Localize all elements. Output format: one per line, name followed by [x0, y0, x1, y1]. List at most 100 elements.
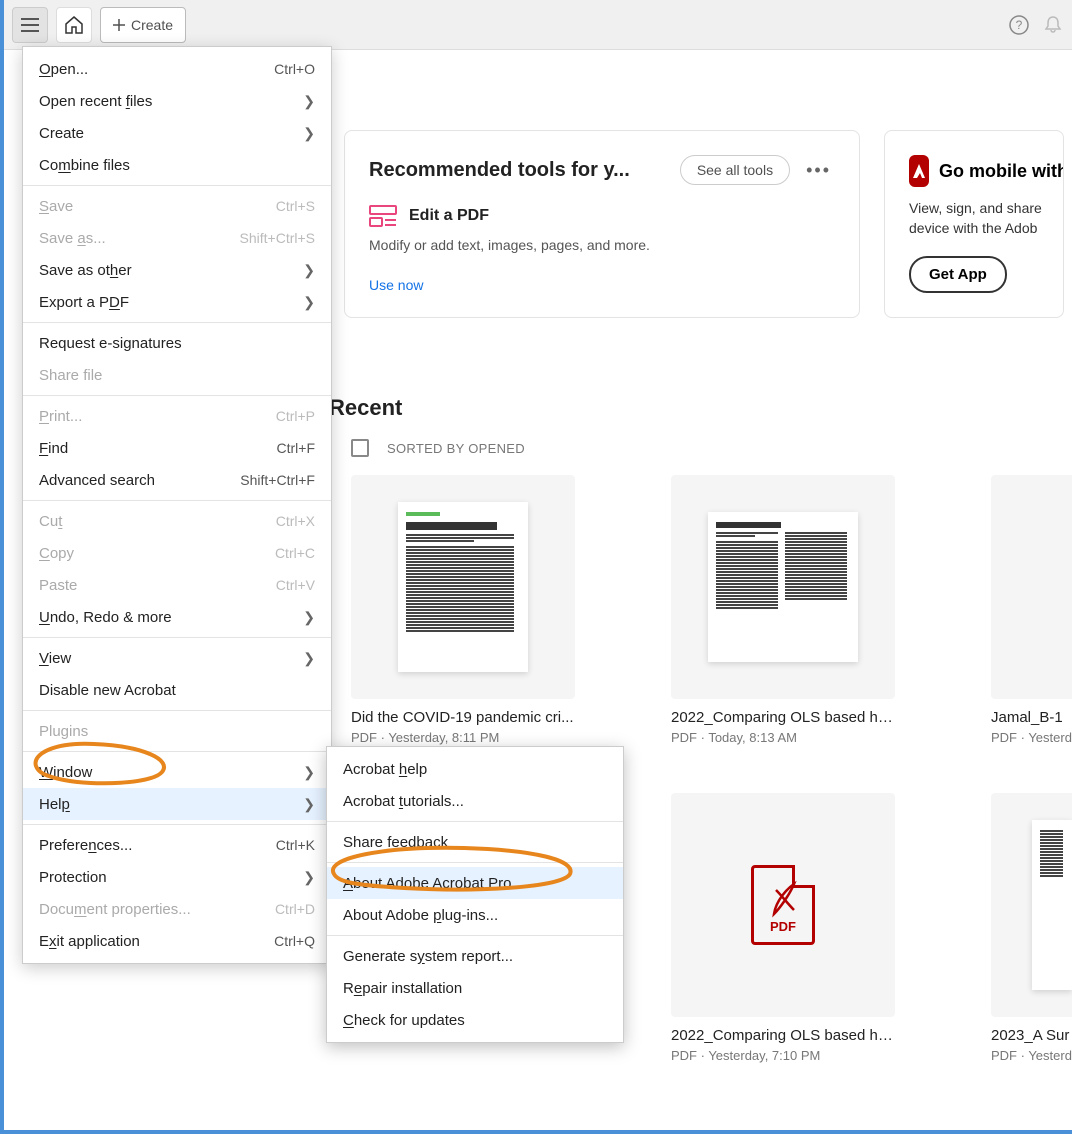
file-card[interactable]: PDF 2022_Comparing OLS based he... PDF ·…	[671, 793, 895, 1063]
menu-item-label: Help	[39, 796, 70, 813]
menu-item-label: Find	[39, 440, 68, 457]
menu-item[interactable]: Preferences... Ctrl+K	[23, 829, 331, 861]
menu-separator	[327, 821, 623, 822]
adobe-icon	[909, 155, 929, 187]
menu-separator	[23, 395, 331, 396]
menu-shortcut: Ctrl+C	[275, 545, 315, 561]
menu-item-label: Cut	[39, 513, 62, 530]
more-icon[interactable]: •••	[802, 156, 835, 185]
menu-item: Document properties...Ctrl+D	[23, 893, 331, 925]
file-thumbnail	[991, 475, 1072, 699]
menu-item[interactable]: Exit application Ctrl+Q	[23, 925, 331, 957]
submenu-item[interactable]: Generate system report...	[327, 940, 623, 972]
menu-item[interactable]: View❯	[23, 642, 331, 674]
file-name: 2022_Comparing OLS based he...	[671, 1027, 895, 1044]
help-icon[interactable]: ?	[1008, 14, 1030, 36]
menu-item: Save as...Shift+Ctrl+S	[23, 222, 331, 254]
hamburger-menu-button[interactable]	[12, 7, 48, 43]
file-meta: PDF · Yesterday, 7:10 PM	[671, 1048, 895, 1063]
file-card[interactable]: 2022_Comparing OLS based he... PDF · Tod…	[671, 475, 895, 745]
pdf-generic-icon: PDF	[751, 865, 815, 945]
file-thumbnail	[671, 475, 895, 699]
file-meta: PDF · Yesterday, 8:11 PM	[351, 730, 575, 745]
chevron-right-icon: ❯	[303, 93, 315, 110]
menu-separator	[23, 710, 331, 711]
submenu-item[interactable]: Share feedback	[327, 826, 623, 858]
menu-item[interactable]: Create❯	[23, 117, 331, 149]
chevron-right-icon: ❯	[303, 764, 315, 781]
chevron-right-icon: ❯	[303, 609, 315, 626]
menu-item[interactable]: Open...Ctrl+O	[23, 53, 331, 85]
submenu-item[interactable]: About Adobe plug-ins...	[327, 899, 623, 931]
menu-item[interactable]: Save as other❯	[23, 254, 331, 286]
plus-icon	[113, 19, 125, 31]
menu-shortcut: Ctrl+X	[276, 513, 315, 529]
menu-item[interactable]: Combine files	[23, 149, 331, 181]
help-submenu: Acrobat help Acrobat tutorials... Share fe…	[326, 746, 624, 1043]
see-all-tools-button[interactable]: See all tools	[680, 155, 790, 185]
select-all-checkbox[interactable]	[351, 439, 369, 457]
menu-item-label: Exit application	[39, 933, 140, 950]
menu-separator	[23, 185, 331, 186]
menu-item-label: Advanced search	[39, 472, 155, 489]
menu-item[interactable]: Open recent files ❯	[23, 85, 331, 117]
menu-separator	[23, 751, 331, 752]
menu-item-label: Open...	[39, 61, 88, 78]
menu-item-label: Preferences...	[39, 837, 132, 854]
use-now-link[interactable]: Use now	[369, 277, 835, 293]
menu-item[interactable]: Export a PDF❯	[23, 286, 331, 318]
menu-shortcut: Ctrl+Q	[274, 933, 315, 949]
menu-item-label: Export a PDF	[39, 294, 129, 311]
file-name: 2023_A Sur	[991, 1027, 1072, 1044]
mobile-promo-card: Go mobile with View, sign, and share dev…	[884, 130, 1064, 318]
menu-item-label: Save as...	[39, 230, 106, 247]
menu-item-label: Open recent files	[39, 93, 152, 110]
menu-item[interactable]: Help❯	[23, 788, 331, 820]
file-card[interactable]: Jamal_B-1 PDF · Yesterda	[991, 475, 1072, 745]
submenu-item[interactable]: Acrobat help	[327, 753, 623, 785]
menu-item-label: Window	[39, 764, 92, 781]
menu-item[interactable]: Undo, Redo & more❯	[23, 601, 331, 633]
menu-shortcut: Shift+Ctrl+F	[240, 472, 315, 488]
menu-item: CopyCtrl+C	[23, 537, 331, 569]
menu-item: Plugins	[23, 715, 331, 747]
home-button[interactable]	[56, 7, 92, 43]
menu-item-label: Document properties...	[39, 901, 191, 918]
menu-shortcut: Ctrl+P	[276, 408, 315, 424]
menu-shortcut: Ctrl+K	[276, 837, 315, 853]
svg-text:?: ?	[1016, 18, 1023, 32]
submenu-item[interactable]: Repair installation	[327, 972, 623, 1004]
submenu-item[interactable]: Acrobat tutorials...	[327, 785, 623, 817]
menu-item-label: Create	[39, 125, 84, 142]
menu-item-label: Protection	[39, 869, 107, 886]
menu-item-label: Paste	[39, 577, 77, 594]
menu-shortcut: Ctrl+S	[276, 198, 315, 214]
home-icon	[64, 15, 84, 35]
get-app-button[interactable]: Get App	[909, 256, 1007, 293]
recent-title: Recent	[329, 395, 1072, 421]
menu-item[interactable]: Advanced search Shift+Ctrl+F	[23, 464, 331, 496]
file-name: 2022_Comparing OLS based he...	[671, 709, 895, 726]
menu-item[interactable]: Request e-signatures	[23, 327, 331, 359]
menu-item[interactable]: FindCtrl+F	[23, 432, 331, 464]
create-button[interactable]: Create	[100, 7, 186, 43]
menu-item-label: View	[39, 650, 71, 667]
file-card[interactable]: 2023_A Sur PDF · Yesterda	[991, 793, 1072, 1063]
submenu-item-label: Acrobat tutorials...	[343, 793, 464, 810]
menu-item[interactable]: Protection❯	[23, 861, 331, 893]
menu-item[interactable]: Disable new Acrobat	[23, 674, 331, 706]
sort-label[interactable]: SORTED BY OPENED	[387, 441, 525, 456]
toolbar-right: ?	[1008, 14, 1064, 36]
file-thumbnail: PDF	[671, 793, 895, 1017]
file-card[interactable]: Did the COVID-19 pandemic cri... PDF · Y…	[351, 475, 575, 745]
main-toolbar: Create ?	[4, 0, 1072, 50]
file-grid-row-1: Did the COVID-19 pandemic cri... PDF · Y…	[329, 475, 1072, 745]
submenu-item[interactable]: About Adobe Acrobat Pro...	[327, 867, 623, 899]
menu-item: SaveCtrl+S	[23, 190, 331, 222]
menu-separator	[23, 824, 331, 825]
file-meta: PDF · Yesterda	[991, 730, 1072, 745]
edit-pdf-label: Edit a PDF	[409, 207, 489, 225]
bell-icon[interactable]	[1042, 14, 1064, 36]
submenu-item[interactable]: Check for updates	[327, 1004, 623, 1036]
menu-item[interactable]: Window ❯	[23, 756, 331, 788]
